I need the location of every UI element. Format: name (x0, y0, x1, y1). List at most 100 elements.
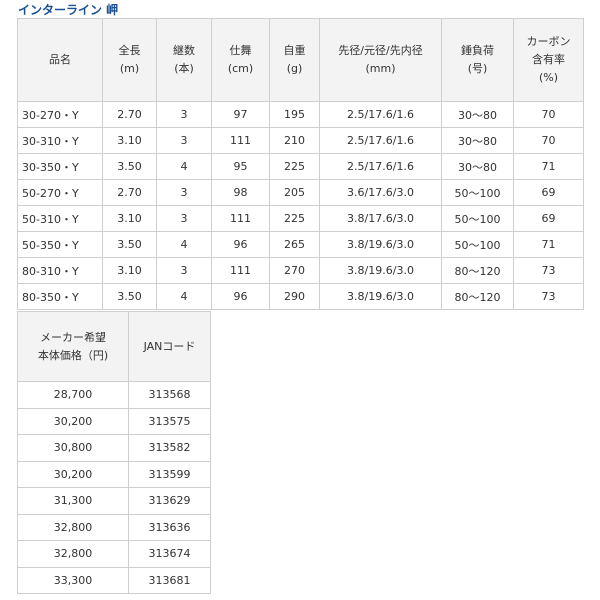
column-header: 錘負荷 (号) (441, 18, 514, 102)
table-cell: 97 (211, 101, 270, 128)
table-cell: 30-350・Y (17, 153, 103, 180)
column-header: JANコード (128, 311, 211, 382)
table-cell: 73 (513, 283, 584, 310)
table-cell: 195 (269, 101, 320, 128)
table-row: 30,800 313582 (17, 434, 211, 462)
header-line: (g) (286, 62, 303, 75)
table-cell: 2.5/17.6/1.6 (319, 127, 442, 154)
table-cell: 205 (269, 179, 320, 206)
column-header: カーボン 含有率 (%) (513, 18, 584, 102)
table-cell: 265 (269, 231, 320, 258)
table-cell: 30～80 (441, 127, 514, 154)
table-cell: 30～80 (441, 153, 514, 180)
table-row: 50-310・Y 3.10 3 111 225 3.8/17.6/3.0 50～100 69 (17, 205, 584, 232)
table-row: 32,800 313674 (17, 540, 211, 568)
table-cell: 225 (269, 205, 320, 232)
table-cell: 313674 (128, 540, 211, 568)
spec-header-row: 品名 全長 (m) 継数 (本) 仕舞 (cm) 自重 (g) 先径/元径/先内径 (mm) 錘負荷 (… (17, 18, 584, 102)
table-cell: 3.8/19.6/3.0 (319, 283, 442, 310)
table-cell: 71 (513, 153, 584, 180)
table-cell: 2.5/17.6/1.6 (319, 153, 442, 180)
table-cell: 98 (211, 179, 270, 206)
price-body: 28,700 313568 30,200 313575 30,800 313582 30,2… (17, 381, 211, 594)
table-cell: 50-350・Y (17, 231, 103, 258)
table-cell: 4 (156, 283, 212, 310)
table-cell: 2.70 (102, 179, 157, 206)
table-cell: 3.50 (102, 153, 157, 180)
table-row: 80-350・Y 3.50 4 96 290 3.8/19.6/3.0 80～120 73 (17, 283, 584, 310)
table-cell: 30～80 (441, 101, 514, 128)
header-line: JANコード (143, 339, 196, 353)
header-line: (本) (174, 62, 194, 75)
table-cell: 3.50 (102, 283, 157, 310)
column-header: メーカー希望 本体価格（円) (17, 311, 129, 382)
table-cell: 3.10 (102, 257, 157, 284)
table-row: 50-270・Y 2.70 3 98 205 3.6/17.6/3.0 50～100 69 (17, 179, 584, 206)
table-cell: 3.10 (102, 205, 157, 232)
column-header: 継数 (本) (156, 18, 212, 102)
table-cell: 3.8/17.6/3.0 (319, 205, 442, 232)
table-cell: 313599 (128, 460, 211, 488)
header-line: 継数 (173, 44, 195, 57)
column-header: 品名 (17, 18, 103, 102)
table-cell: 50～100 (441, 205, 514, 232)
table-cell: 2.70 (102, 101, 157, 128)
table-cell: 95 (211, 153, 270, 180)
table-cell: 30-310・Y (17, 127, 103, 154)
header-line: (m) (119, 62, 140, 75)
table-cell: 50-270・Y (17, 179, 103, 206)
table-row: 31,300 313629 (17, 487, 211, 515)
table-cell: 3 (156, 257, 212, 284)
table-cell: 3.50 (102, 231, 157, 258)
column-header: 先径/元径/先内径 (mm) (319, 18, 442, 102)
table-row: 50-350・Y 3.50 4 96 265 3.8/19.6/3.0 50～100 71 (17, 231, 584, 258)
table-cell: 80-310・Y (17, 257, 103, 284)
table-row: 30,200 313599 (17, 460, 211, 488)
table-cell: 69 (513, 205, 584, 232)
price-table: メーカー希望 本体価格（円) JANコード 28,700 313568 30,200 31… (17, 311, 211, 594)
table-cell: 3 (156, 179, 212, 206)
table-cell: 3.10 (102, 127, 157, 154)
table-cell: 96 (211, 231, 270, 258)
table-cell: 32,800 (17, 540, 129, 568)
table-cell: 30,200 (17, 407, 129, 435)
header-line: (cm) (227, 62, 254, 75)
column-header: 自重 (g) (269, 18, 320, 102)
page-title: インターライン 岬 (18, 3, 119, 17)
table-cell: 30-270・Y (17, 101, 103, 128)
table-cell: 2.5/17.6/1.6 (319, 101, 442, 128)
table-cell: 80～120 (441, 257, 514, 284)
price-header-row: メーカー希望 本体価格（円) JANコード (17, 311, 211, 382)
table-cell: 50～100 (441, 231, 514, 258)
table-cell: 31,300 (17, 487, 129, 515)
table-cell: 50-310・Y (17, 205, 103, 232)
table-cell: 80～120 (441, 283, 514, 310)
table-cell: 3.6/17.6/3.0 (319, 179, 442, 206)
table-row: 30,200 313575 (17, 407, 211, 435)
table-cell: 73 (513, 257, 584, 284)
table-row: 28,700 313568 (17, 381, 211, 409)
table-cell: 3.8/19.6/3.0 (319, 257, 442, 284)
table-cell: 4 (156, 153, 212, 180)
column-header: 仕舞 (cm) (211, 18, 270, 102)
table-cell: 30,800 (17, 434, 129, 462)
table-cell: 32,800 (17, 513, 129, 541)
column-header: 全長 (m) (102, 18, 157, 102)
table-cell: 4 (156, 231, 212, 258)
table-cell: 30,200 (17, 460, 129, 488)
table-cell: 3.8/19.6/3.0 (319, 231, 442, 258)
table-cell: 111 (211, 127, 270, 154)
header-line: 自重 (283, 44, 306, 57)
header-line: 含有率 (532, 53, 565, 66)
table-cell: 70 (513, 127, 584, 154)
table-cell: 71 (513, 231, 584, 258)
table-cell: 270 (269, 257, 320, 284)
table-cell: 70 (513, 101, 584, 128)
table-row: 30-350・Y 3.50 4 95 225 2.5/17.6/1.6 30～80 71 (17, 153, 584, 180)
header-line: 錘負荷 (461, 44, 494, 57)
table-cell: 313568 (128, 381, 211, 409)
table-cell: 96 (211, 283, 270, 310)
table-cell: 210 (269, 127, 320, 154)
header-line: (号) (467, 62, 488, 75)
table-cell: 80-350・Y (17, 283, 103, 310)
